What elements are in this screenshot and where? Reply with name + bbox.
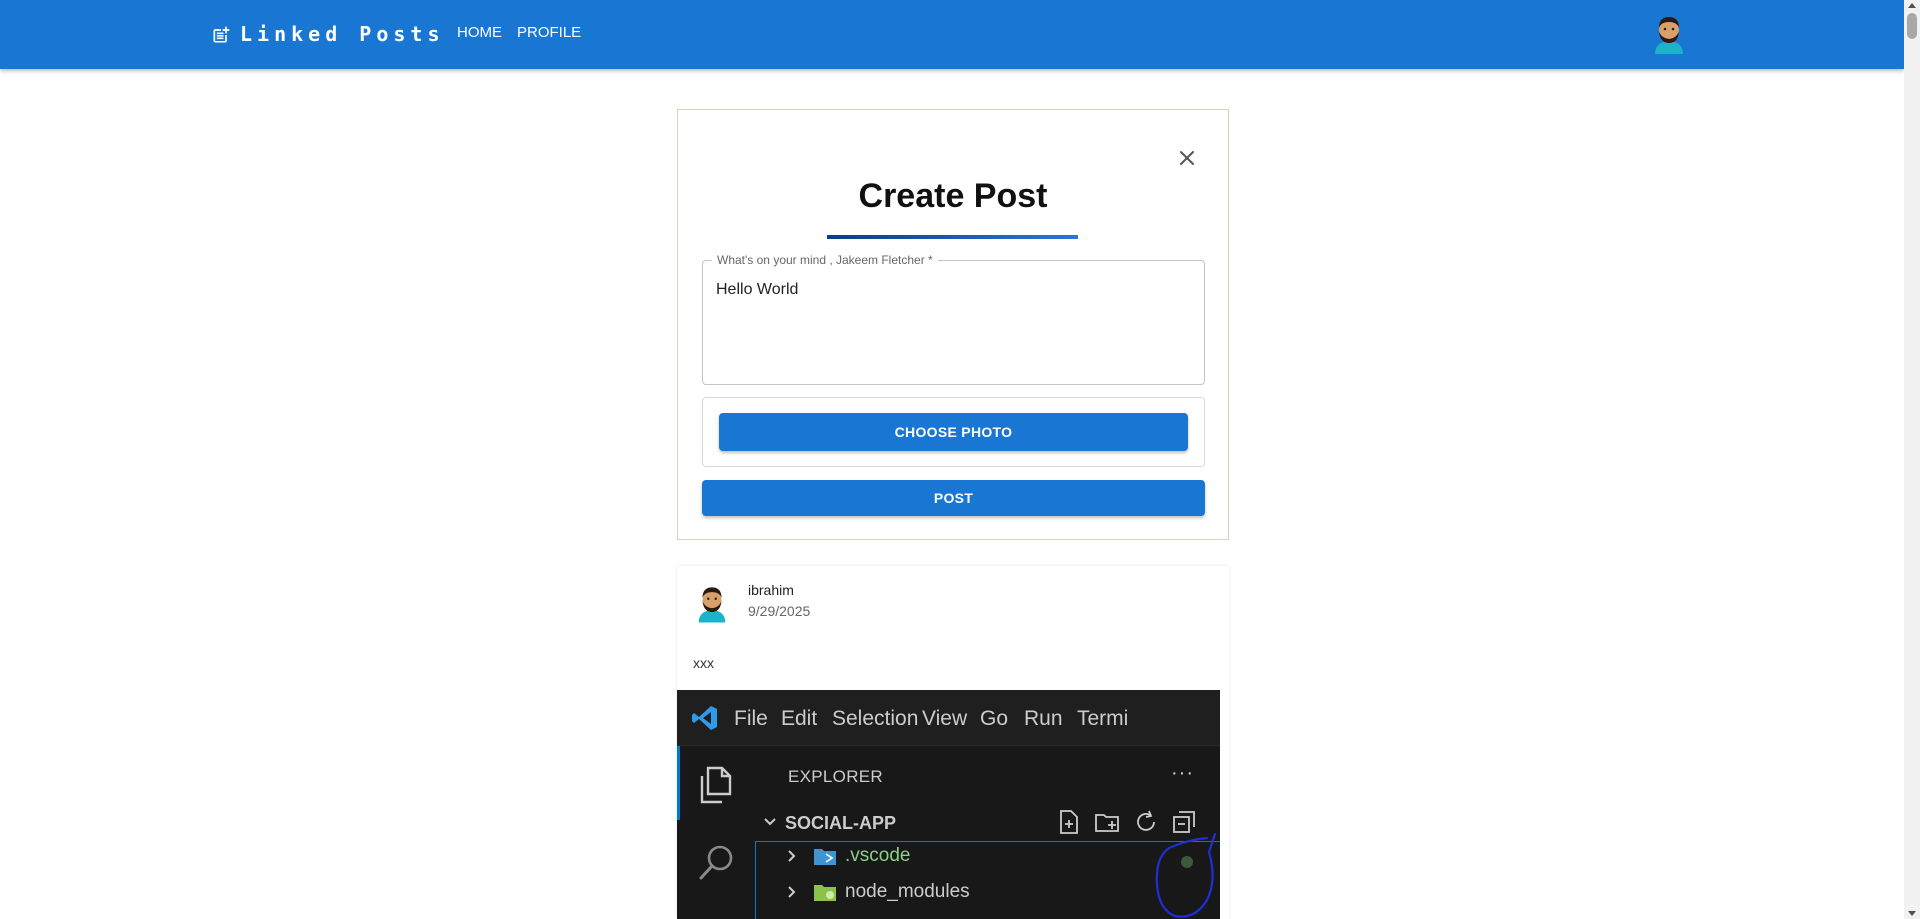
post-body-text: xxx	[693, 655, 714, 671]
create-post-title: Create Post	[858, 177, 1048, 215]
image-menu-terminal: Termi	[1077, 707, 1129, 730]
image-menu-file: File	[734, 707, 768, 730]
post-button[interactable]: POST	[702, 480, 1205, 516]
image-explorer-title: EXPLORER	[788, 767, 883, 786]
app-bar: Linked Posts HOME PROFILE	[0, 0, 1904, 69]
vscode-folder-icon	[814, 848, 836, 865]
post-image: File Edit Selection View Go Run Termi EX…	[677, 690, 1220, 919]
image-menubar: File Edit Selection View Go Run Termi	[677, 690, 1220, 746]
user-avatar[interactable]	[1650, 14, 1688, 54]
close-icon[interactable]	[1174, 145, 1200, 171]
vscode-logo-icon	[692, 706, 717, 730]
title-underline	[827, 235, 1078, 239]
image-tree-item: .vscode	[785, 843, 910, 869]
photo-upload-box: CHOOSE PHOTO	[702, 397, 1205, 467]
post-field-value[interactable]: Hello World	[716, 280, 798, 300]
image-folder-row: SOCIAL-APP	[763, 811, 896, 835]
image-menu-edit: Edit	[781, 707, 818, 730]
image-menu-go: Go	[980, 707, 1009, 730]
brand-name[interactable]: Linked Posts	[240, 20, 445, 48]
chevron-right-icon	[788, 850, 796, 862]
files-icon	[700, 766, 732, 804]
nav-home-button[interactable]: HOME	[457, 22, 502, 44]
nav-profile-button[interactable]: PROFILE	[517, 22, 581, 44]
new-folder-icon	[1095, 814, 1119, 832]
post-author-name[interactable]: ibrahim	[748, 581, 794, 599]
chevron-down-icon	[764, 818, 776, 826]
image-menu-selection: Selection	[832, 707, 919, 730]
post-field-label: What's on your mind , Jakeem Fletcher *	[712, 253, 938, 267]
chevron-right-icon	[788, 886, 796, 898]
image-menu-run: Run	[1024, 707, 1063, 730]
image-folder-name: SOCIAL-APP	[785, 813, 897, 833]
create-post-card: Create Post What's on your mind , Jakeem…	[677, 109, 1229, 540]
image-active-indicator	[677, 746, 680, 820]
node-folder-icon	[814, 884, 836, 901]
post-date: 9/29/2025	[748, 603, 811, 619]
search-icon	[699, 845, 733, 880]
more-icon: ···	[1171, 762, 1194, 784]
choose-photo-button[interactable]: CHOOSE PHOTO	[719, 413, 1188, 451]
image-pen-annotation	[1155, 832, 1217, 918]
feed-post: ibrahim 9/29/2025 xxx File Edit Selectio…	[677, 566, 1229, 919]
new-file-icon	[1060, 810, 1078, 834]
image-tree-item-label: .vscode	[845, 845, 911, 866]
image-tree-item-label: node_modules	[845, 881, 970, 902]
image-tree-item: node_modules	[785, 879, 970, 905]
scrollbar-thumb[interactable]	[1907, 13, 1917, 39]
post-add-icon	[213, 26, 230, 43]
post-author-avatar[interactable]	[694, 583, 730, 624]
image-menu-view: View	[922, 707, 968, 730]
page-scrollbar[interactable]	[1904, 0, 1920, 919]
scroll-down-arrow-icon[interactable]	[1908, 911, 1916, 916]
scroll-up-arrow-icon[interactable]	[1908, 3, 1916, 8]
post-text-field[interactable]: What's on your mind , Jakeem Fletcher * …	[702, 253, 1205, 385]
